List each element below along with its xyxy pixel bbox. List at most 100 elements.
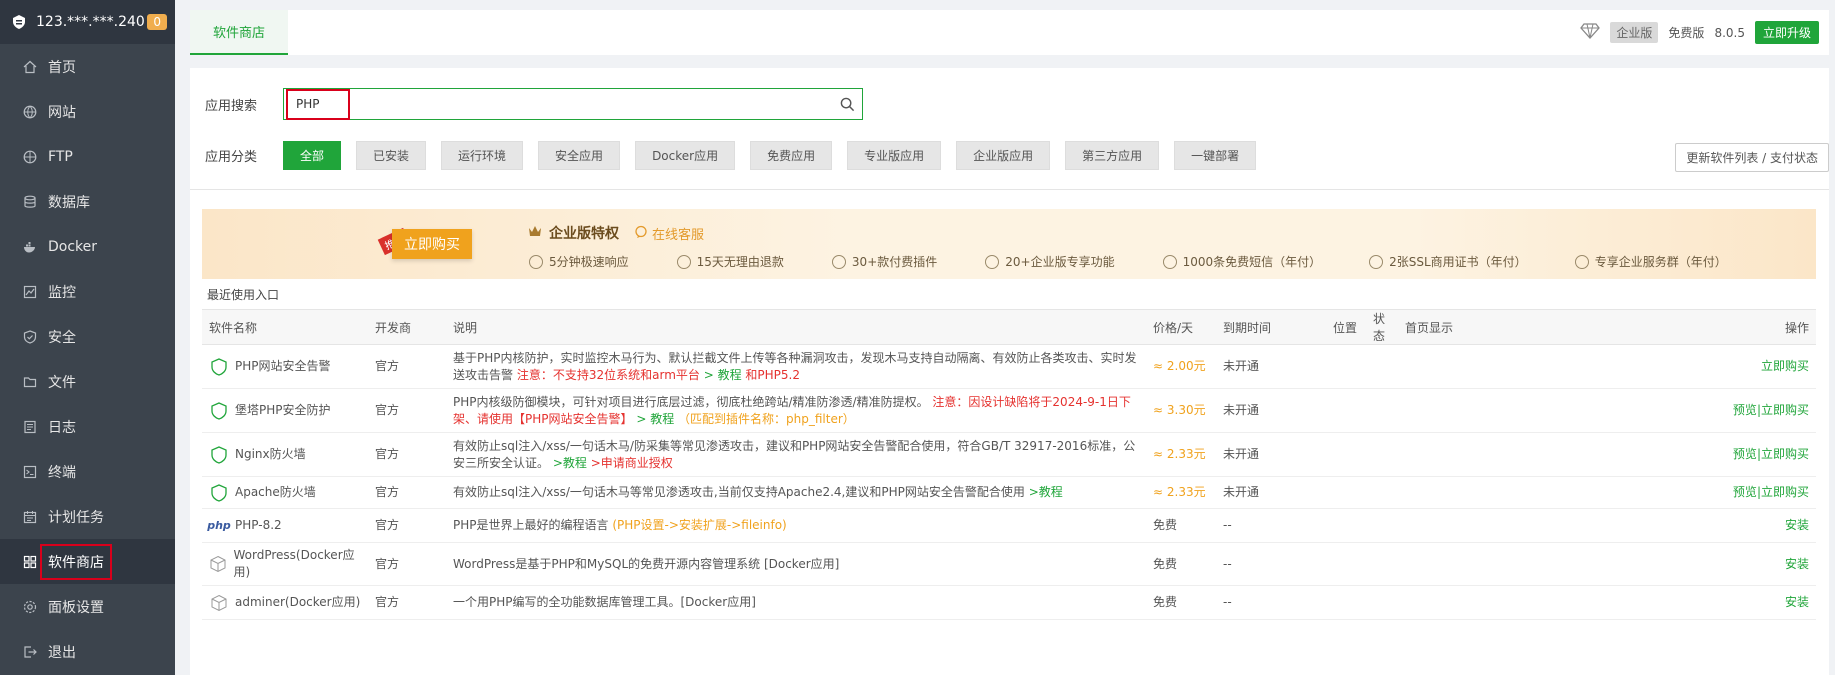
software-icon [209, 357, 229, 377]
note-text[interactable]: >申请商业授权 [591, 456, 673, 470]
server-ip[interactable]: 123.***.***.240 [36, 14, 147, 30]
col-dev: 开发商 [368, 309, 446, 345]
sidebar-item-gear[interactable]: 面板设置 [0, 584, 175, 629]
category-button[interactable]: Docker应用 [635, 141, 736, 170]
buy-now-link[interactable]: 立即购买 [1761, 485, 1809, 499]
feature-item: 1000条免费短信（年付） [1162, 253, 1322, 270]
install-button[interactable]: 安装 [1785, 518, 1809, 532]
feature-item: 专享企业服务群（年付） [1574, 253, 1727, 270]
feature-item: 5分钟极速响应 [529, 253, 629, 270]
buy-now-link[interactable]: 立即购买 [1761, 359, 1809, 373]
table-row: WordPress(Docker应用) 官方 WordPress是基于PHP和MyS… [202, 542, 1816, 586]
software-name[interactable]: Nginx防火墙 [235, 446, 306, 463]
software-name[interactable]: PHP-8.2 [235, 517, 282, 534]
search-label: 应用搜索 [205, 98, 258, 114]
preview-link[interactable]: 预览 [1733, 447, 1757, 461]
home-display-cell [1398, 585, 1498, 620]
software-name[interactable]: PHP网站安全告警 [235, 358, 331, 375]
software-icon [209, 401, 229, 421]
status-cell [1366, 508, 1398, 543]
status-cell [1366, 585, 1398, 620]
tutorial-link[interactable]: >教程 [553, 456, 587, 470]
price: ≈ 2.33元 [1153, 447, 1206, 461]
sidebar-item-label: 文件 [48, 374, 76, 391]
buy-now-link[interactable]: 立即购买 [1761, 403, 1809, 417]
sidebar-item-globe[interactable]: 网站 [0, 89, 175, 134]
position-cell [1326, 344, 1366, 389]
col-name[interactable]: 软件名称 [202, 309, 368, 345]
category-button[interactable]: 专业版应用 [847, 141, 942, 170]
developer: 官方 [375, 359, 400, 373]
log-icon [22, 419, 38, 435]
sidebar-item-grid[interactable]: 软件商店 [0, 539, 175, 584]
software-icon [209, 483, 229, 503]
notification-badge[interactable]: 0 [147, 14, 167, 30]
expire-time: 未开通 [1223, 447, 1260, 461]
sidebar-item-folder[interactable]: 文件 [0, 359, 175, 404]
upgrade-button[interactable]: 立即升级 [1754, 21, 1819, 44]
buy-now-link[interactable]: 立即购买 [1761, 447, 1809, 461]
sidebar-item-ftp[interactable]: FTP [0, 134, 175, 179]
sidebar-item-label: FTP [48, 148, 73, 165]
enterprise-tag[interactable]: 企业版 [1610, 22, 1659, 43]
install-button[interactable]: 安装 [1785, 595, 1809, 609]
database-icon [22, 194, 38, 210]
sidebar-item-label: 终端 [48, 464, 76, 481]
search-icon[interactable] [832, 97, 862, 112]
category-button[interactable]: 全部 [283, 141, 342, 170]
tutorial-link[interactable]: >教程 [1029, 485, 1063, 499]
software-name[interactable]: WordPress(Docker应用) [234, 547, 362, 581]
category-label: 应用分类 [205, 150, 258, 165]
sidebar-item-terminal[interactable]: 终端 [0, 449, 175, 494]
sidebar-item-logout[interactable]: 退出 [0, 629, 175, 674]
sidebar-item-home[interactable]: 首页 [0, 44, 175, 89]
category-button[interactable]: 运行环境 [441, 141, 524, 170]
software-name[interactable]: 堡塔PHP安全防护 [235, 402, 331, 419]
category-button[interactable]: 已安装 [356, 141, 427, 170]
feature-text: 1000条免费短信（年付） [1182, 255, 1322, 269]
software-name[interactable]: Apache防火墙 [235, 484, 316, 501]
tutorial-link[interactable]: > 教程 [636, 412, 674, 426]
category-row: 应用分类 全部 已安装 运行环境 安全应用 Docker应用 免费应用 专业版应用 企业版应用… [205, 141, 1271, 170]
search-box [283, 88, 863, 120]
category-button[interactable]: 免费应用 [750, 141, 833, 170]
recent-entries[interactable]: 最近使用入口 [207, 286, 279, 303]
preview-link[interactable]: 预览 [1733, 403, 1757, 417]
sidebar-item-label: 数据库 [48, 194, 90, 211]
logout-icon [22, 644, 38, 660]
sidebar-item-calendar[interactable]: 计划任务 [0, 494, 175, 539]
search-row: 应用搜索 [205, 88, 863, 120]
php-icon: php [207, 519, 231, 532]
grid-icon [22, 554, 38, 570]
software-name[interactable]: adminer(Docker应用) [235, 594, 360, 611]
diamond-icon [1580, 23, 1601, 42]
online-service-link[interactable]: 在线客服 [634, 224, 704, 243]
sidebar-item-docker[interactable]: Docker [0, 224, 175, 269]
sidebar-item-database[interactable]: 数据库 [0, 179, 175, 224]
tutorial-link[interactable]: > 教程 [704, 368, 742, 382]
enterprise-banner: 推荐 立即购买 企业版特权 在线客服 5分钟极速响应15天无理由退款30+款付费… [202, 209, 1816, 279]
home-display-cell [1398, 508, 1498, 543]
main-area: 软件商店 企业版 免费版 8.0.5 立即升级 应用搜索 应用分类 全部已安装运… [175, 0, 1835, 675]
sidebar-item-monitor[interactable]: 监控 [0, 269, 175, 314]
sidebar-item-log[interactable]: 日志 [0, 404, 175, 449]
tab-software-store[interactable]: 软件商店 [190, 10, 288, 55]
home-display-cell [1398, 388, 1498, 433]
buy-now-button[interactable]: 立即购买 [392, 229, 472, 259]
software-icon [209, 445, 229, 465]
install-button[interactable]: 安装 [1785, 557, 1809, 571]
category-button[interactable]: 安全应用 [538, 141, 621, 170]
feature-item: 30+款付费插件 [831, 253, 937, 270]
category-button[interactable]: 企业版应用 [956, 141, 1051, 170]
col-price: 价格/天 [1146, 309, 1216, 345]
category-button[interactable]: 一键部署 [1174, 141, 1257, 170]
status-cell [1366, 476, 1398, 509]
refresh-list-button[interactable]: 更新软件列表 / 支付状态 [1675, 143, 1829, 172]
preview-link[interactable]: 预览 [1733, 485, 1757, 499]
search-input[interactable] [284, 90, 832, 118]
expire-time: 未开通 [1223, 359, 1260, 373]
category-button[interactable]: 第三方应用 [1065, 141, 1160, 170]
sidebar-item-shield[interactable]: 安全 [0, 314, 175, 359]
folder-icon [22, 374, 38, 390]
description: WordPress是基于PHP和MySQL的免费开源内容管理系统 [Docker… [453, 556, 840, 571]
